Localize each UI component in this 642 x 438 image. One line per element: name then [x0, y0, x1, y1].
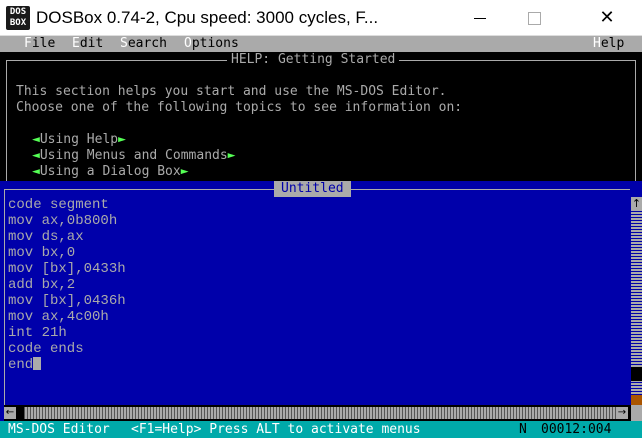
minimize-icon	[474, 18, 486, 19]
status-hint: <F1=Help> Press ALT to activate menus	[131, 422, 421, 437]
menu-options[interactable]: Options	[184, 36, 239, 52]
code-line[interactable]: add bx,2	[8, 277, 75, 293]
code-line[interactable]: mov ax,0b800h	[8, 213, 117, 229]
code-line-text: end	[8, 357, 34, 373]
help-link-label: Using Menus and Commands	[39, 148, 228, 163]
link-left-arrow-icon: ◄	[32, 164, 40, 179]
status-bar: MS-DOS Editor <F1=Help> Press ALT to act…	[0, 421, 642, 438]
code-line[interactable]: mov bx,0	[8, 245, 75, 261]
status-app-name: MS-DOS Editor	[8, 422, 110, 437]
help-intro-line-2: Choose one of the following topics to se…	[16, 100, 463, 115]
menu-search-hotkey: S	[120, 36, 128, 51]
status-cursor-position: 00012:004	[541, 422, 612, 437]
help-intro-line-1: This section helps you start and use the…	[16, 84, 447, 99]
link-right-arrow-icon: ►	[118, 132, 126, 147]
menu-edit-hotkey: E	[72, 36, 80, 51]
editor-title: Untitled	[274, 181, 351, 197]
code-line[interactable]: code segment	[8, 197, 109, 213]
code-line[interactable]: mov ax,4c00h	[8, 309, 109, 325]
code-line[interactable]: mov ds,ax	[8, 229, 84, 245]
menu-help-label: elp	[600, 36, 625, 51]
menu-file[interactable]: File	[24, 36, 55, 52]
menu-edit-label: dit	[79, 36, 104, 51]
minimize-button[interactable]	[457, 0, 503, 36]
menu-edit[interactable]: Edit	[72, 36, 103, 52]
link-right-arrow-icon: ►	[180, 164, 189, 179]
vertical-scrollbar[interactable]: ↑ ↓	[631, 197, 642, 421]
help-link-dialog-box[interactable]: ◄Using a Dialog Box►	[32, 164, 189, 180]
menu-file-hotkey: F	[24, 36, 32, 51]
menu-options-hotkey: O	[184, 36, 192, 51]
help-link-label: Using Help	[39, 132, 119, 147]
dosbox-app-icon[interactable]: DOS BOX	[6, 6, 30, 30]
scroll-right-arrow-icon[interactable]: →	[616, 407, 628, 419]
close-icon: ✕	[599, 7, 615, 28]
menu-bar: File Edit Search Options Help	[0, 36, 642, 52]
help-link-using-help[interactable]: ◄Using Help►	[32, 132, 126, 148]
link-left-arrow-icon: ◄	[32, 132, 40, 147]
code-line[interactable]: code ends	[8, 341, 84, 357]
window-title: DOSBox 0.74-2, Cpu speed: 3000 cycles, F…	[36, 8, 379, 27]
menu-search[interactable]: Search	[120, 36, 167, 52]
close-button[interactable]: ✕	[584, 0, 630, 36]
editor-window[interactable]: Untitled code segment mov ax,0b800h mov …	[0, 181, 642, 421]
help-link-using-menus[interactable]: ◄Using Menus and Commands►	[32, 148, 236, 164]
help-title: HELP: Getting Started	[227, 52, 400, 68]
maximize-icon	[527, 12, 541, 25]
text-cursor	[33, 357, 42, 370]
scroll-up-arrow-icon[interactable]: ↑	[631, 197, 642, 211]
menu-file-label: ile	[31, 36, 56, 51]
link-left-arrow-icon: ◄	[32, 148, 40, 163]
code-line[interactable]: mov [bx],0436h	[8, 293, 126, 309]
status-mode: N	[519, 422, 527, 437]
menu-options-label: ptions	[191, 36, 239, 51]
scroll-left-arrow-icon[interactable]: ←	[4, 407, 16, 419]
link-right-arrow-icon: ►	[227, 148, 236, 163]
code-line[interactable]: mov [bx],0433h	[8, 261, 126, 277]
help-window: HELP: Getting Started This section helps…	[0, 52, 642, 181]
code-line[interactable]: int 21h	[8, 325, 67, 341]
menu-help[interactable]: Help	[593, 36, 624, 52]
horizontal-scroll-thumb[interactable]	[16, 407, 24, 419]
horizontal-scroll-track[interactable]	[16, 407, 616, 419]
horizontal-scrollbar[interactable]: ← →	[4, 405, 631, 421]
window-titlebar: DOS BOX DOSBox 0.74-2, Cpu speed: 3000 cy…	[0, 0, 642, 36]
menu-search-label: earch	[127, 36, 167, 51]
vertical-scroll-thumb[interactable]	[631, 367, 642, 381]
code-line-last[interactable]: end	[8, 357, 42, 373]
dos-screen: File Edit Search Options Help HELP: Gett…	[0, 36, 642, 438]
help-link-label: Using a Dialog Box	[39, 164, 181, 179]
menu-help-hotkey: H	[593, 36, 601, 51]
maximize-button[interactable]	[511, 0, 557, 36]
scrollbar-corner	[631, 405, 642, 421]
